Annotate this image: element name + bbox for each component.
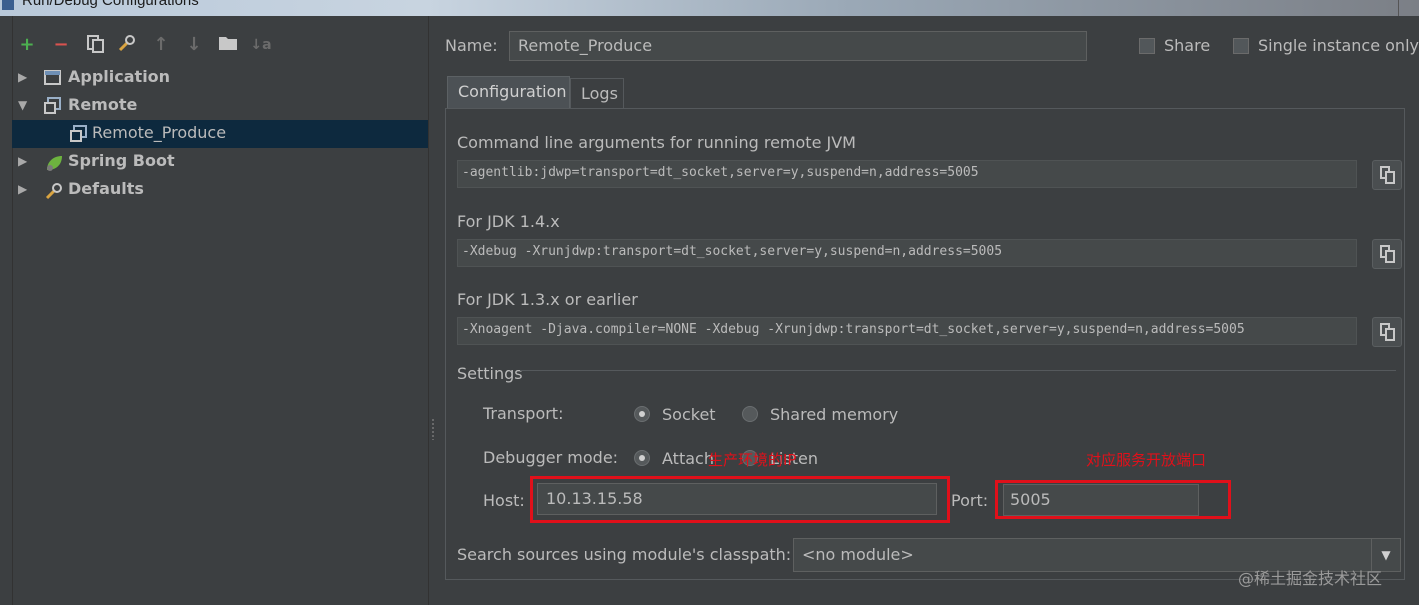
- debugger-attach-label[interactable]: Attach: [662, 449, 714, 468]
- settings-title: Settings: [457, 364, 523, 383]
- tab-logs[interactable]: Logs: [570, 78, 624, 108]
- name-input[interactable]: Remote_Produce: [509, 31, 1087, 61]
- tree-item-label: Remote: [68, 95, 138, 114]
- share-checkbox[interactable]: [1139, 38, 1155, 54]
- wrench-icon: [44, 181, 62, 200]
- cmd-args-label: Command line arguments for running remot…: [457, 133, 856, 152]
- debugger-mode-label: Debugger mode:: [483, 448, 619, 467]
- tree-item-label: Spring Boot: [68, 151, 175, 170]
- settings-divider: [520, 370, 1396, 371]
- share-label[interactable]: Share: [1164, 36, 1210, 55]
- single-instance-checkbox[interactable]: [1233, 38, 1249, 54]
- tree-item-defaults[interactable]: ▶ Defaults: [12, 176, 428, 204]
- transport-label: Transport:: [483, 404, 564, 423]
- name-label: Name:: [445, 36, 498, 55]
- expand-arrow-icon[interactable]: ▶: [18, 70, 27, 84]
- jdk14-label: For JDK 1.4.x: [457, 212, 560, 231]
- move-up-icon[interactable]: ↑: [150, 34, 172, 56]
- port-label: Port:: [951, 491, 989, 510]
- tree-item-application[interactable]: ▶ Application: [12, 64, 428, 92]
- remote-icon: [44, 97, 62, 115]
- copy-cmd-args-button[interactable]: [1372, 160, 1402, 190]
- tree-item-label: Defaults: [68, 179, 144, 198]
- transport-shared-memory-radio[interactable]: [742, 406, 758, 422]
- copy-jdk14-args-button[interactable]: [1372, 239, 1402, 269]
- remove-icon[interactable]: −: [50, 34, 72, 56]
- port-highlight-box: [995, 480, 1231, 519]
- transport-socket-radio[interactable]: [634, 406, 650, 422]
- tree-item-remote[interactable]: ▼ Remote: [12, 92, 428, 120]
- tree-item-spring-boot[interactable]: ▶ Spring Boot: [12, 148, 428, 176]
- module-classpath-label: Search sources using module's classpath:: [457, 545, 792, 564]
- remote-icon: [70, 125, 88, 143]
- panel-splitter[interactable]: [428, 16, 429, 605]
- cmd-args-field[interactable]: -agentlib:jdwp=transport=dt_socket,serve…: [457, 160, 1357, 188]
- copy-jdk13-args-button[interactable]: [1372, 317, 1402, 347]
- wrench-icon[interactable]: [116, 34, 138, 56]
- module-select-value: <no module>: [802, 545, 914, 564]
- spring-boot-icon: [44, 153, 62, 171]
- collapse-arrow-icon[interactable]: ▼: [18, 98, 27, 112]
- tree-item-label: Application: [68, 67, 171, 86]
- port-annotation: 对应服务开放端口: [1086, 451, 1207, 469]
- folder-icon[interactable]: [217, 34, 239, 56]
- jdk14-args-field[interactable]: -Xdebug -Xrunjdwp:transport=dt_socket,se…: [457, 239, 1357, 267]
- window-title: Run/Debug Configurations: [22, 0, 199, 9]
- jdk13-args-field[interactable]: -Xnoagent -Djava.compiler=NONE -Xdebug -…: [457, 317, 1357, 345]
- tree-item-remote-produce[interactable]: Remote_Produce: [12, 120, 428, 148]
- host-annotation: 生产环境的IP: [708, 451, 797, 469]
- expand-arrow-icon[interactable]: ▶: [18, 154, 27, 168]
- add-icon[interactable]: +: [16, 34, 38, 56]
- debugger-attach-radio[interactable]: [634, 450, 650, 466]
- watermark: @稀土掘金技术社区: [1238, 569, 1383, 588]
- host-highlight-box: [530, 476, 950, 523]
- application-icon: [44, 69, 62, 87]
- transport-socket-label[interactable]: Socket: [662, 405, 716, 424]
- tab-configuration[interactable]: Configuration: [447, 76, 570, 108]
- move-down-icon[interactable]: ↓: [183, 34, 205, 56]
- transport-shared-memory-label[interactable]: Shared memory: [770, 405, 898, 424]
- title-bar: Run/Debug Configurations: [0, 0, 1419, 16]
- tree-item-label: Remote_Produce: [92, 123, 227, 142]
- sort-icon[interactable]: ↓a: [250, 34, 272, 56]
- single-instance-label[interactable]: Single instance only: [1258, 36, 1419, 55]
- copy-config-icon[interactable]: [84, 34, 106, 56]
- host-label: Host:: [483, 491, 525, 510]
- jdk13-label: For JDK 1.3.x or earlier: [457, 290, 638, 309]
- app-icon: [2, 0, 14, 10]
- expand-arrow-icon[interactable]: ▶: [18, 182, 27, 196]
- title-bar-divider: [1398, 0, 1399, 16]
- splitter-grip[interactable]: [431, 418, 435, 440]
